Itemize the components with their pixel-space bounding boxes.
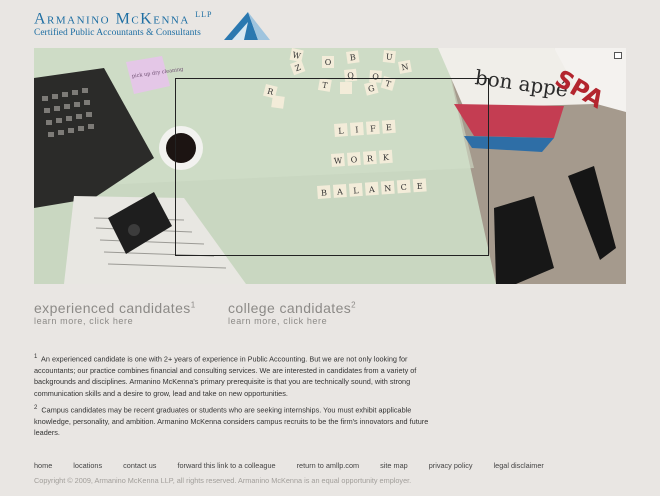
svg-text:O: O [325,58,332,67]
footer-link-privacy[interactable]: privacy policy [429,461,473,470]
college-candidates-title[interactable]: college candidates2 [228,300,356,316]
logo-tagline: Certified Public Accountants & Consultan… [34,28,201,38]
experienced-candidates-title[interactable]: experienced candidates1 [34,300,196,316]
expand-icon[interactable] [614,52,622,59]
footer-link-locations[interactable]: locations [73,461,102,470]
footer-link-forward[interactable]: forward this link to a colleague [177,461,275,470]
hero-focus-frame [175,78,489,256]
copyright-text: Copyright © 2009, Armanino McKenna LLP, … [34,476,412,485]
experienced-learn-more-link[interactable]: learn more, click here [34,316,196,326]
footer-link-home[interactable]: home [34,461,52,470]
footer-link-legal[interactable]: legal disclaimer [494,461,544,470]
footer-nav: home locations contact us forward this l… [34,461,563,470]
college-candidates-link[interactable]: college candidates2 learn more, click he… [228,300,356,326]
company-logo[interactable]: Armanino McKenna LLP Certified Public Ac… [34,10,284,44]
college-learn-more-link[interactable]: learn more, click here [228,316,356,326]
footer-link-return[interactable]: return to amllp.com [297,461,359,470]
experienced-candidates-link[interactable]: experienced candidates1 learn more, clic… [34,300,196,326]
footnote-experienced: 1 An experienced candidate is one with 2… [34,354,417,398]
logo-wordmark: Armanino McKenna LLP [34,10,213,28]
logo-mountain-icon [224,12,270,40]
footer-link-site-map[interactable]: site map [380,461,408,470]
footnote-college: 2 Campus candidates may be recent gradua… [34,405,429,438]
hero-photo: pick up dry cleaning bon appé SPA L I F … [34,48,626,284]
footer-link-contact-us[interactable]: contact us [123,461,156,470]
svg-text:U: U [385,52,393,62]
